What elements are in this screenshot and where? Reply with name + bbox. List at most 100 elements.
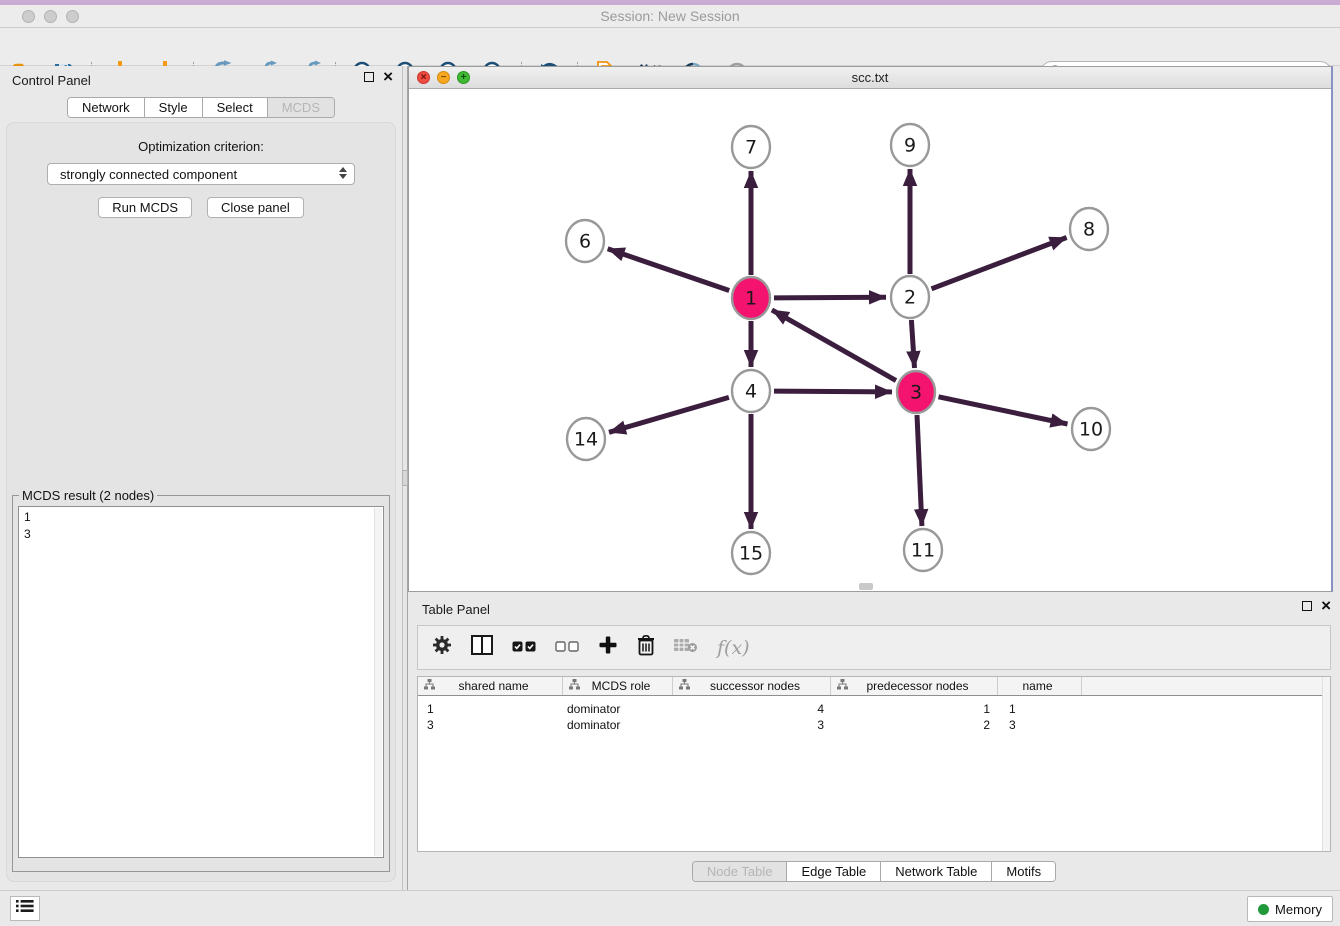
graph-edge-4-14[interactable]: [609, 397, 729, 432]
result-line: 3: [24, 526, 378, 543]
hierarchy-icon: [679, 679, 690, 693]
table-panel-header: Table Panel ×: [408, 595, 1340, 623]
mcds-result-textarea[interactable]: 1 3: [18, 506, 384, 858]
tab-style[interactable]: Style: [144, 98, 202, 117]
graph-node-label: 2: [904, 287, 916, 309]
gear-icon[interactable]: [432, 635, 452, 660]
minimize-network-window-icon[interactable]: −: [437, 71, 450, 84]
tab-motifs[interactable]: Motifs: [991, 862, 1055, 881]
graph-node-label: 7: [745, 137, 757, 159]
graph-node-6[interactable]: 6: [566, 220, 604, 262]
column-header-shared-name[interactable]: shared name: [418, 677, 563, 695]
table-row[interactable]: 3 dominator 3 2 3: [418, 717, 1330, 733]
graph-node-label: 11: [911, 540, 935, 562]
column-header-predecessor-nodes[interactable]: predecessor nodes: [831, 677, 998, 695]
close-window-icon[interactable]: [22, 10, 35, 23]
tab-network[interactable]: Network: [68, 98, 144, 117]
mcds-panel: Optimization criterion: strongly connect…: [6, 122, 396, 882]
hierarchy-icon: [837, 679, 848, 693]
hierarchy-icon: [569, 679, 580, 693]
close-table-panel-icon[interactable]: ×: [1321, 601, 1331, 611]
split-columns-icon[interactable]: [471, 635, 493, 660]
graph-node-2[interactable]: 2: [891, 276, 929, 318]
zoom-network-window-icon[interactable]: +: [457, 71, 470, 84]
table-row[interactable]: 1 dominator 4 1 1: [418, 701, 1330, 717]
graph-node-9[interactable]: 9: [891, 124, 929, 166]
application-window: Session: New Session: [0, 0, 1340, 926]
optimization-criterion-label: Optimization criterion:: [7, 139, 395, 154]
graph-node-1[interactable]: 1: [732, 277, 770, 319]
network-window-titlebar[interactable]: × − + scc.txt: [409, 67, 1331, 89]
hierarchy-icon: [424, 679, 435, 693]
result-scrollbar[interactable]: [374, 508, 382, 856]
close-panel-button[interactable]: Close panel: [207, 197, 304, 218]
graph-edge-1-6[interactable]: [608, 249, 730, 291]
tab-network-table[interactable]: Network Table: [880, 862, 991, 881]
graph-edge-2-3[interactable]: [911, 320, 914, 368]
graph-edge-3-1[interactable]: [772, 310, 896, 381]
network-canvas[interactable]: 7 9 6 8 1 2 4 3 14 10 15 11: [409, 89, 1330, 591]
graph-node-label: 15: [739, 543, 763, 565]
main-toolbar: [0, 28, 1340, 66]
graph-edge-1-2[interactable]: [774, 297, 886, 298]
column-header-mcds-role[interactable]: MCDS role: [563, 677, 673, 695]
criterion-select[interactable]: strongly connected component: [47, 163, 355, 185]
float-table-panel-icon[interactable]: [1302, 601, 1312, 611]
table-panel: Table Panel × f(x) shared name: [408, 595, 1340, 886]
column-header-successor-nodes[interactable]: successor nodes: [673, 677, 831, 695]
deselect-all-checkboxes-icon[interactable]: [555, 639, 579, 657]
graph-node-label: 14: [574, 429, 598, 451]
column-header-name[interactable]: name: [998, 677, 1082, 695]
select-all-checkboxes-icon[interactable]: [512, 639, 536, 657]
graph-node-8[interactable]: 8: [1070, 208, 1108, 250]
close-network-window-icon[interactable]: ×: [417, 71, 430, 84]
graph-node-15[interactable]: 15: [732, 532, 770, 574]
graph-node-3[interactable]: 3: [897, 371, 935, 413]
control-panel-header: Control Panel ×: [0, 66, 402, 94]
main-titlebar: Session: New Session: [0, 5, 1340, 28]
node-table: shared name MCDS role successor nodes pr…: [417, 676, 1331, 852]
graph-node-4[interactable]: 4: [732, 370, 770, 412]
graph-edge-2-8[interactable]: [932, 238, 1067, 289]
zoom-window-icon[interactable]: [66, 10, 79, 23]
table-scrollbar[interactable]: [1322, 677, 1330, 851]
graph-node-label: 9: [904, 135, 916, 157]
memory-status-icon: [1258, 904, 1269, 915]
graph-node-14[interactable]: 14: [567, 418, 605, 460]
graph-node-11[interactable]: 11: [904, 529, 942, 571]
memory-label: Memory: [1275, 902, 1322, 917]
float-panel-icon[interactable]: [364, 72, 374, 82]
graph-node-7[interactable]: 7: [732, 126, 770, 168]
graph-node-label: 8: [1083, 219, 1095, 241]
delete-table-icon: [674, 637, 698, 658]
minimize-window-icon[interactable]: [44, 10, 57, 23]
control-panel: Control Panel × Network Style Select MCD…: [0, 66, 402, 890]
table-toolbar: f(x): [417, 625, 1331, 670]
tab-select[interactable]: Select: [202, 98, 267, 117]
task-history-button[interactable]: [10, 896, 40, 921]
graph-node-label: 4: [745, 381, 757, 403]
session-title: Session: New Session: [0, 5, 1340, 27]
mcds-result-title: MCDS result (2 nodes): [19, 488, 157, 503]
graph-node-10[interactable]: 10: [1072, 408, 1110, 450]
network-graph[interactable]: 7 9 6 8 1 2 4 3 14 10 15 11: [409, 89, 1330, 591]
status-bar: Memory: [0, 890, 1340, 926]
network-view-window: × − + scc.txt 7 9 6 8 1 2 4 3 14 10 15 11: [408, 66, 1333, 592]
tab-node-table[interactable]: Node Table: [693, 862, 787, 881]
graph-edge-4-3[interactable]: [774, 391, 892, 392]
tab-edge-table[interactable]: Edge Table: [786, 862, 880, 881]
close-panel-icon[interactable]: ×: [383, 72, 393, 82]
graph-edge-3-10[interactable]: [939, 397, 1068, 424]
table-panel-title: Table Panel: [422, 602, 490, 617]
horizontal-split-handle[interactable]: [859, 583, 873, 590]
graph-edge-3-11[interactable]: [917, 415, 922, 526]
run-mcds-button[interactable]: Run MCDS: [98, 197, 192, 218]
table-panel-tabs: Node Table Edge Table Network Table Moti…: [408, 861, 1340, 882]
control-panel-title: Control Panel: [12, 73, 91, 88]
network-window-title: scc.txt: [409, 67, 1331, 88]
function-builder-icon: f(x): [717, 637, 750, 659]
delete-column-icon[interactable]: [637, 635, 655, 661]
add-column-icon[interactable]: [598, 635, 618, 660]
tab-mcds[interactable]: MCDS: [267, 98, 334, 117]
memory-button[interactable]: Memory: [1247, 896, 1333, 922]
